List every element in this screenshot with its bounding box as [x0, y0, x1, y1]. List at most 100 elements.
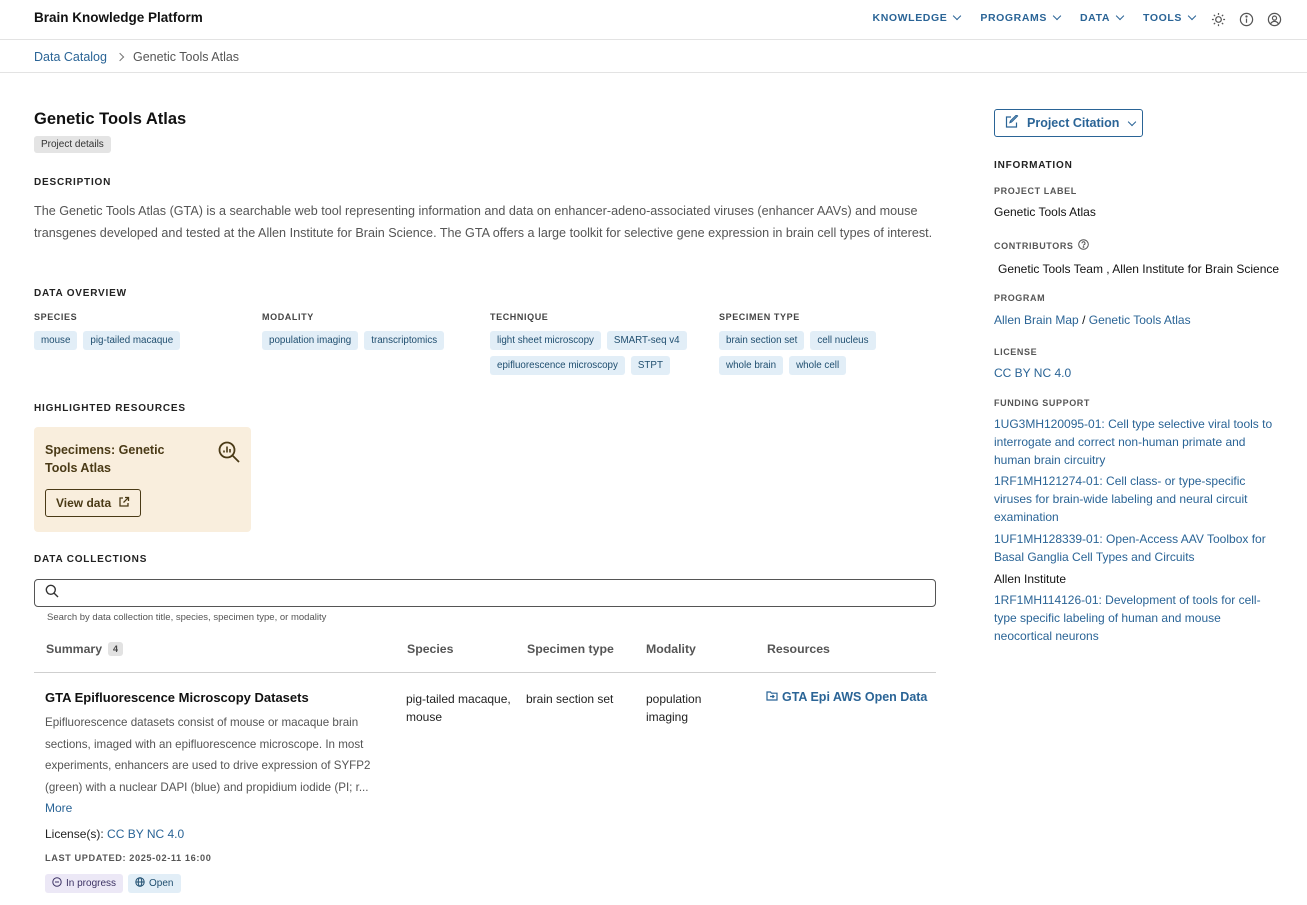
data-search-icon	[217, 440, 241, 464]
specimen-type-tag: whole cell	[789, 356, 847, 375]
brand-title[interactable]: Brain Knowledge Platform	[34, 10, 203, 25]
resource-card-title: Specimens: Genetic Tools Atlas	[45, 443, 165, 475]
program-value: Allen Brain Map / Genetic Tools Atlas	[994, 313, 1191, 327]
funding-organization: Allen Institute	[994, 572, 1067, 586]
species-label: SPECIES	[34, 312, 78, 322]
license-label: License(s):	[45, 827, 104, 841]
resource-link-label: GTA Epi AWS Open Data	[782, 690, 928, 704]
column-modality[interactable]: Modality	[646, 642, 696, 656]
license-link[interactable]: CC BY NC 4.0	[994, 366, 1071, 380]
access-label: Open	[149, 878, 174, 889]
breadcrumb: Data Catalog Genetic Tools Atlas	[34, 48, 239, 66]
chevron-down-icon	[1052, 11, 1062, 21]
folder-open-icon	[766, 690, 778, 704]
funding-link[interactable]: 1RF1MH121274-01: Cell class- or type-spe…	[994, 472, 1279, 526]
specimen-type-tag: brain section set	[719, 331, 805, 350]
nav-tools-label: TOOLS	[1143, 12, 1182, 24]
species-tag: mouse	[34, 331, 78, 350]
specimen-type-column: SPECIMEN TYPE brain section set cell nuc…	[719, 312, 919, 375]
specimen-type-label: SPECIMEN TYPE	[719, 312, 800, 322]
nav-knowledge[interactable]: KNOWLEDGE	[873, 11, 962, 24]
contributors-heading: CONTRIBUTORS	[994, 239, 1089, 252]
column-specimen-type[interactable]: Specimen type	[527, 642, 614, 656]
column-summary-label: Summary	[46, 642, 103, 656]
data-collections-heading: DATA COLLECTIONS	[34, 554, 148, 565]
edit-square-icon	[1005, 114, 1019, 131]
breadcrumb-data-catalog[interactable]: Data Catalog	[34, 50, 107, 64]
collection-description: Epifluorescence datasets consist of mous…	[45, 716, 371, 794]
breadcrumb-current: Genetic Tools Atlas	[132, 50, 240, 64]
nav-programs-label: PROGRAMS	[980, 12, 1047, 24]
chevron-down-icon	[953, 11, 962, 21]
status-chips: In progress Open	[45, 874, 181, 893]
modality-label: MODALITY	[262, 312, 314, 322]
chevron-down-icon	[1115, 11, 1125, 21]
license-link[interactable]: CC BY NC 4.0	[107, 827, 184, 841]
data-overview-heading: DATA OVERVIEW	[34, 288, 127, 299]
chevron-right-icon	[115, 52, 125, 62]
help-icon[interactable]	[1077, 239, 1089, 252]
search-icon	[45, 584, 59, 603]
info-icon[interactable]	[1237, 10, 1255, 28]
page-title: Genetic Tools Atlas	[34, 110, 187, 128]
search-help-text: Search by data collection title, species…	[47, 612, 327, 623]
column-summary[interactable]: Summary 4	[46, 642, 124, 656]
technique-tag: STPT	[630, 356, 670, 375]
technique-tag: SMART-seq v4	[606, 331, 687, 350]
program-heading: PROGRAM	[994, 293, 1046, 303]
minus-circle-icon	[52, 877, 62, 890]
specimen-type-tag: whole brain	[719, 356, 784, 375]
species-column: SPECIES mouse pig-tailed macaque	[34, 312, 254, 350]
technique-column: TECHNIQUE light sheet microscopy SMART-s…	[490, 312, 705, 375]
table-header-divider	[34, 672, 936, 673]
column-resources[interactable]: Resources	[767, 642, 830, 656]
search-input[interactable]	[67, 581, 935, 605]
project-label-heading: PROJECT LABEL	[994, 186, 1077, 196]
technique-label: TECHNIQUE	[490, 312, 549, 322]
technique-tag: epifluorescence microscopy	[490, 356, 625, 375]
project-citation-label: Project Citation	[1027, 116, 1120, 130]
collection-search	[34, 579, 936, 607]
program-link-genetic-tools-atlas[interactable]: Genetic Tools Atlas	[1089, 313, 1191, 327]
license-heading: LICENSE	[994, 347, 1038, 357]
nav-programs[interactable]: PROGRAMS	[980, 11, 1062, 24]
top-navigation-bar: Brain Knowledge Platform KNOWLEDGE PROGR…	[0, 0, 1307, 40]
row-specimen-type: brain section set	[526, 692, 614, 706]
divider	[0, 72, 1307, 73]
row-species: pig-tailed macaque, mouse	[406, 692, 511, 724]
status-label: In progress	[66, 878, 117, 889]
nav-data[interactable]: DATA	[1080, 11, 1125, 24]
view-data-button[interactable]: View data	[45, 489, 142, 517]
funding-link[interactable]: 1UF1MH128339-01: Open-Access AAV Toolbox…	[994, 530, 1279, 566]
more-link[interactable]: More	[45, 801, 72, 815]
project-citation-button[interactable]: Project Citation	[994, 109, 1143, 137]
project-details-chip: Project details	[34, 136, 111, 153]
license-line: License(s): CC BY NC 4.0	[45, 827, 184, 841]
modality-tag: population imaging	[262, 331, 359, 350]
program-separator: /	[1082, 313, 1086, 327]
theme-sun-icon[interactable]	[1209, 10, 1227, 28]
chevron-down-icon	[1187, 11, 1197, 21]
species-tag: pig-tailed macaque	[83, 331, 181, 350]
count-badge: 4	[108, 642, 124, 656]
main-nav: KNOWLEDGE PROGRAMS DATA TOOLS	[873, 11, 1197, 24]
column-species[interactable]: Species	[407, 642, 454, 656]
funding-link[interactable]: 1UG3MH120095-01: Cell type selective vir…	[994, 415, 1279, 469]
funding-link[interactable]: 1RF1MH114126-01: Development of tools fo…	[994, 591, 1279, 645]
modality-tag: transcriptomics	[364, 331, 445, 350]
specimen-type-tag: cell nucleus	[810, 331, 876, 350]
nav-tools[interactable]: TOOLS	[1143, 11, 1197, 24]
external-link-icon	[118, 496, 130, 511]
header-icons	[1209, 10, 1283, 28]
collection-title[interactable]: GTA Epifluorescence Microscopy Datasets	[45, 690, 309, 705]
contributors-value: Genetic Tools Team , Allen Institute for…	[998, 262, 1280, 276]
highlighted-resources-heading: HIGHLIGHTED RESOURCES	[34, 403, 186, 414]
access-badge: Open	[128, 874, 181, 893]
nav-data-label: DATA	[1080, 12, 1111, 24]
user-account-icon[interactable]	[1265, 10, 1283, 28]
description-heading: DESCRIPTION	[34, 177, 112, 188]
highlighted-resource-card: Specimens: Genetic Tools Atlas View data	[34, 427, 251, 532]
resource-link[interactable]: GTA Epi AWS Open Data	[766, 690, 927, 704]
row-modality: population imaging	[646, 692, 702, 724]
program-link-allen-brain-map[interactable]: Allen Brain Map	[994, 313, 1079, 327]
